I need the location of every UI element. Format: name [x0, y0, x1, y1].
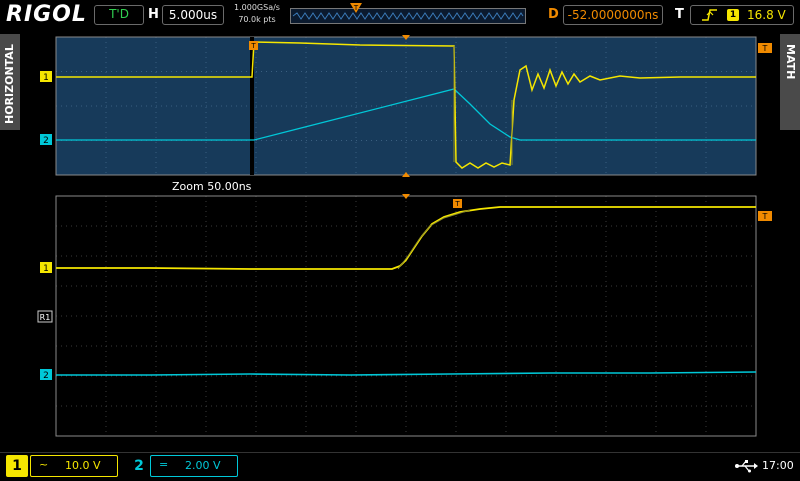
- run-state-box[interactable]: T'D: [94, 5, 144, 25]
- bottom-status-bar: [0, 452, 800, 481]
- trigger-box[interactable]: 1 16.8 V: [690, 5, 794, 25]
- svg-text:T: T: [250, 42, 256, 50]
- ch1-settings-box[interactable]: ~ 10.0 V: [30, 455, 118, 477]
- main-trigger-level-marker: T: [758, 43, 772, 53]
- delay-label: D: [548, 7, 559, 22]
- zoom-trigger-level-marker: T: [758, 211, 772, 221]
- svg-text:1: 1: [43, 264, 49, 274]
- svg-text:2: 2: [43, 136, 49, 146]
- zoom-ch2-marker: 2: [40, 369, 52, 381]
- memory-overview-bar[interactable]: [290, 8, 526, 24]
- main-ch2-marker: 2: [40, 134, 52, 146]
- ch2-coupling-icon: =: [159, 458, 169, 471]
- main-ch1-marker: 1: [40, 71, 52, 83]
- run-state: T'D: [109, 7, 129, 21]
- svg-text:R1: R1: [40, 313, 51, 322]
- waveform-display[interactable]: 1 2 T T 1 R1 2 T T: [0, 30, 800, 450]
- rising-edge-icon: [702, 9, 717, 21]
- timebase-value: 5.000us: [168, 8, 218, 22]
- svg-text:2: 2: [43, 371, 49, 381]
- ch2-button[interactable]: 2: [130, 455, 148, 477]
- svg-text:T: T: [762, 212, 768, 221]
- memory-depth: 70.0k pts: [238, 15, 276, 24]
- ch2-settings-box[interactable]: = 2.00 V: [150, 455, 238, 477]
- trigger-label: T: [675, 7, 684, 22]
- delay-value: -52.0000000ns: [567, 8, 659, 22]
- zoom-timebase-label: Zoom 50.00ns: [172, 180, 252, 193]
- clock: 17:00: [762, 459, 794, 472]
- main-trigger-position-marker: T: [249, 41, 258, 50]
- zoom-trigger-position-marker: T: [453, 199, 462, 208]
- timebase-box[interactable]: 5.000us: [162, 5, 224, 25]
- usb-icon: [735, 460, 758, 473]
- horizontal-label: H: [148, 7, 159, 22]
- svg-text:T: T: [762, 44, 768, 53]
- ch1-scale: 10.0 V: [65, 459, 101, 472]
- ch1-coupling-icon: ~: [39, 458, 49, 471]
- trigger-level: 16.8 V: [747, 8, 786, 22]
- ch2-scale: 2.00 V: [185, 459, 221, 472]
- zoom-ch1-marker: 1: [40, 262, 52, 274]
- ch1-button[interactable]: 1: [6, 455, 28, 477]
- zoom-ref-marker: R1: [37, 310, 53, 323]
- brand-logo: RIGOL: [6, 2, 87, 27]
- delay-box[interactable]: -52.0000000ns: [563, 5, 663, 25]
- memory-waveform-preview: [292, 12, 524, 20]
- svg-text:1: 1: [43, 73, 49, 83]
- sample-rate: 1.000GSa/s: [234, 3, 280, 12]
- svg-text:T: T: [454, 200, 460, 208]
- trigger-source-badge: 1: [727, 9, 739, 21]
- memory-trigger-marker: T: [350, 3, 362, 13]
- svg-text:T: T: [353, 4, 359, 12]
